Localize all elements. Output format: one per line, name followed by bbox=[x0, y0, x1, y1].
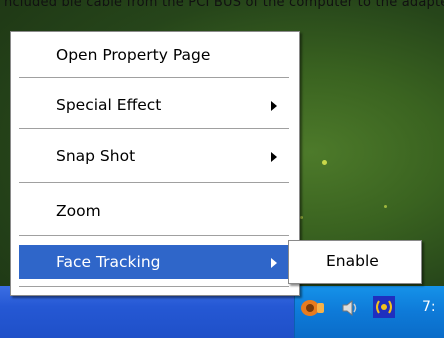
camera-app-icon[interactable] bbox=[300, 297, 326, 322]
menu-item-zoom[interactable]: Zoom bbox=[19, 194, 289, 228]
background-document-text: ncluded ble cable from the PCI BUS of th… bbox=[4, 0, 444, 9]
menu-separator bbox=[19, 235, 289, 237]
wireless-network-icon[interactable] bbox=[373, 296, 395, 323]
menu-separator bbox=[19, 182, 289, 184]
menu-separator bbox=[19, 128, 289, 130]
menu-item-label: Special Effect bbox=[56, 96, 162, 114]
speaker-icon[interactable] bbox=[340, 299, 362, 322]
menu-separator bbox=[19, 77, 289, 79]
menu-item-enable[interactable]: Enable bbox=[289, 244, 421, 278]
menu-separator bbox=[19, 286, 289, 288]
menu-item-label: Zoom bbox=[56, 202, 101, 220]
menu-item-special-effect[interactable]: Special Effect bbox=[19, 88, 289, 122]
menu-item-face-tracking[interactable]: Face Tracking bbox=[19, 245, 289, 279]
menu-item-snap-shot[interactable]: Snap Shot bbox=[19, 139, 289, 173]
clock[interactable]: 7: bbox=[422, 299, 436, 315]
menu-item-label: Open Property Page bbox=[56, 46, 211, 64]
submenu-arrow-icon bbox=[271, 152, 277, 162]
submenu-arrow-icon bbox=[271, 258, 277, 268]
background-light-spot bbox=[384, 205, 387, 208]
face-tracking-submenu: Enable bbox=[288, 240, 422, 284]
background-light-spot bbox=[322, 160, 327, 165]
menu-item-label: Face Tracking bbox=[56, 253, 161, 271]
submenu-arrow-icon bbox=[271, 101, 277, 111]
menu-item-open-property-page[interactable]: Open Property Page bbox=[19, 38, 289, 72]
menu-item-label: Snap Shot bbox=[56, 147, 136, 165]
background-light-spot bbox=[300, 216, 303, 219]
menu-item-label: Enable bbox=[326, 252, 379, 270]
context-menu: Open Property Page Special Effect Snap S… bbox=[10, 31, 300, 296]
